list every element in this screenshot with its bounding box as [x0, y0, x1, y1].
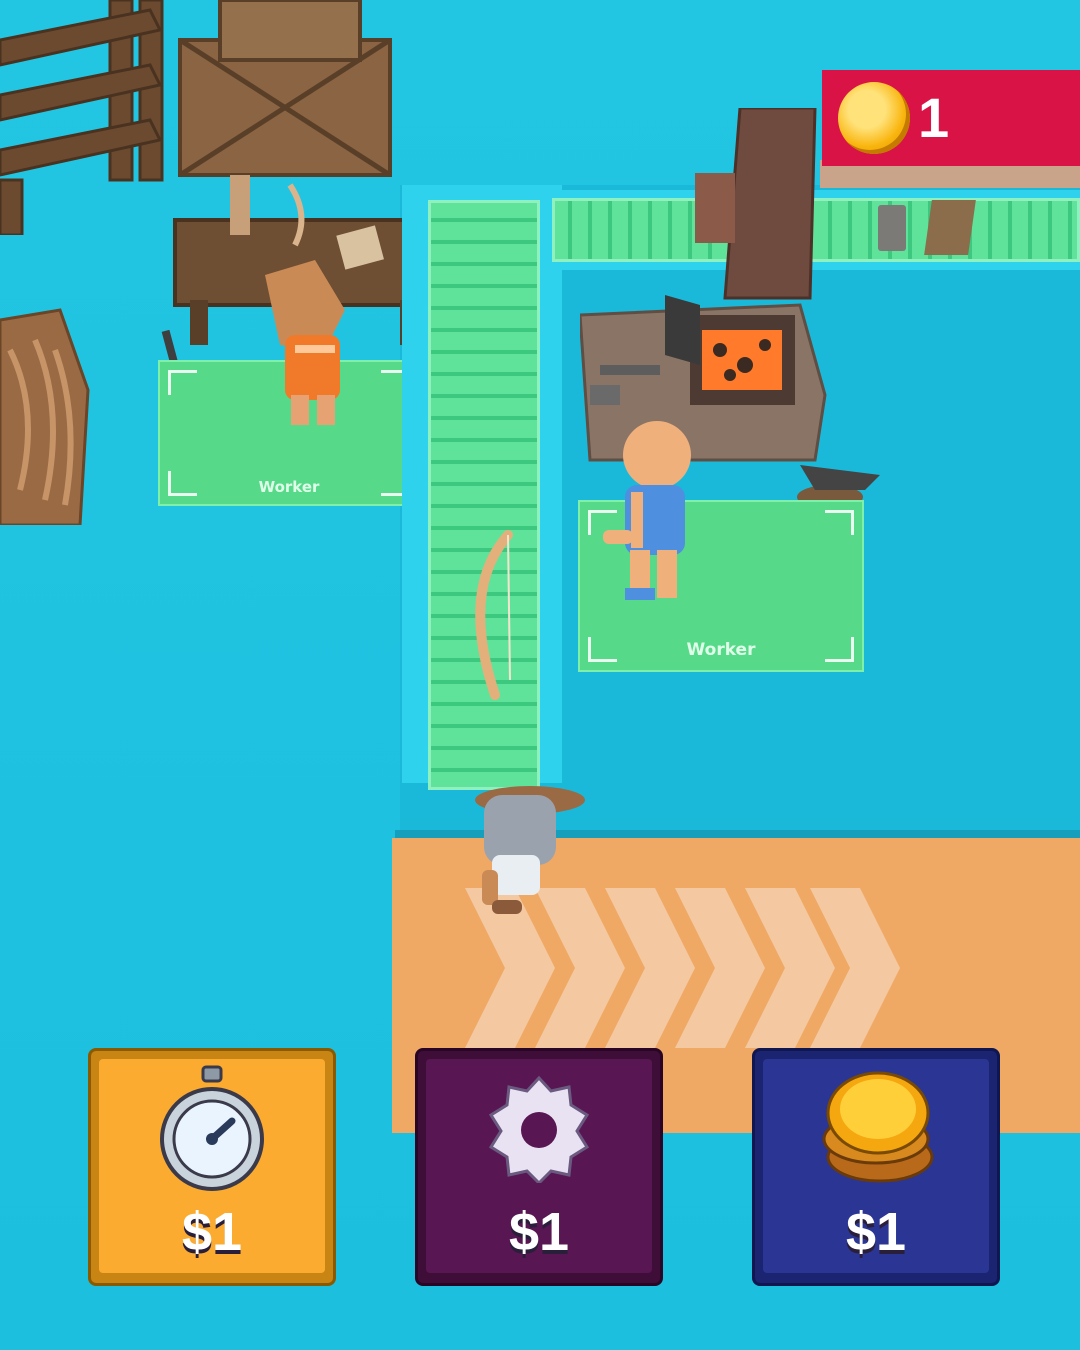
- wooden-crates: [170, 0, 395, 180]
- upgrade-price: $1: [508, 1202, 570, 1262]
- conveyor-track: [428, 200, 540, 790]
- gear-icon: [479, 1073, 599, 1187]
- upgrade-price: $1: [845, 1202, 907, 1262]
- worker-character-right: [595, 410, 700, 605]
- coin-count: 1: [918, 86, 950, 149]
- coin-icon: [838, 82, 910, 154]
- upgrade-capacity-button[interactable]: $1: [415, 1048, 663, 1286]
- worker-character-left: [255, 255, 365, 430]
- stopwatch-icon: [157, 1065, 267, 1197]
- worker-pad-label: Worker: [686, 640, 756, 660]
- wooden-shelf: [0, 0, 170, 237]
- worker-pad-label: Worker: [258, 478, 320, 496]
- bow-item: [460, 530, 520, 700]
- arrow-chevron: [810, 888, 900, 1048]
- upgrade-speed-button[interactable]: $1: [88, 1048, 336, 1286]
- bow-rack: [0, 290, 90, 527]
- forge-chimney: [695, 106, 820, 308]
- wood-plank-item: [924, 200, 976, 255]
- iron-bar-item: [878, 205, 906, 251]
- coin-stack-icon: [818, 1067, 934, 1191]
- upgrade-income-button[interactable]: $1: [752, 1048, 1000, 1286]
- player-character: [462, 775, 592, 920]
- upgrade-price: $1: [181, 1202, 243, 1262]
